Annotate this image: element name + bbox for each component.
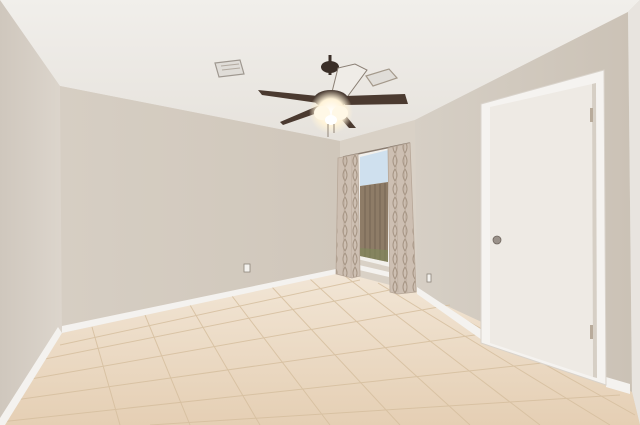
door-hinge bbox=[590, 108, 593, 122]
room-scene bbox=[0, 0, 640, 425]
electrical-outlet bbox=[243, 263, 251, 273]
closet-door bbox=[490, 84, 593, 377]
window bbox=[357, 146, 390, 267]
curtain-left bbox=[335, 153, 361, 279]
door-hinge bbox=[590, 325, 593, 339]
door-knob bbox=[492, 235, 502, 245]
electrical-outlet-right bbox=[426, 273, 432, 283]
